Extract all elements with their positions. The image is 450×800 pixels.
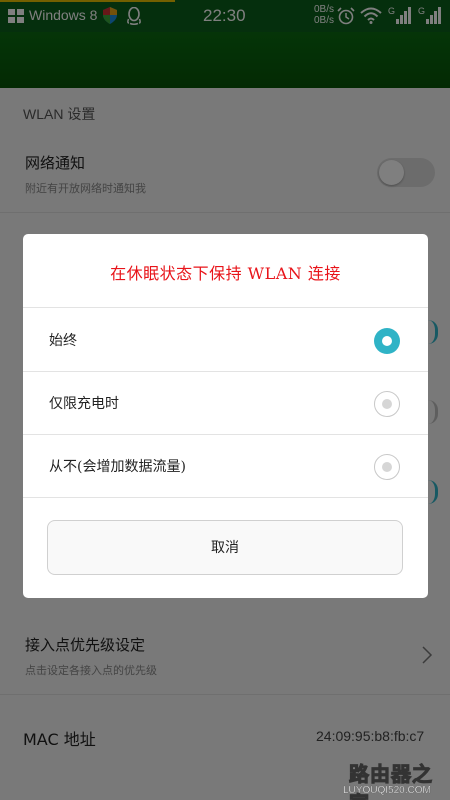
option-charging-only[interactable]: 仅限充电时 <box>23 373 428 435</box>
cancel-button[interactable]: 取消 <box>47 520 403 575</box>
option-label: 从不(会增加数据流量) <box>49 459 186 475</box>
option-always[interactable]: 始终 <box>23 310 428 372</box>
sleep-policy-dialog: 在休眠状态下保持 WLAN 连接 始终 仅限充电时 从不(会增加数据流量) 取消 <box>23 234 428 598</box>
divider <box>23 307 428 308</box>
radio-button-selected[interactable] <box>374 328 400 354</box>
radio-button[interactable] <box>374 391 400 417</box>
watermark-url: LUYOUQI520.COM <box>343 785 431 796</box>
option-label: 仅限充电时 <box>49 396 119 412</box>
divider <box>23 434 428 435</box>
divider <box>23 497 428 498</box>
watermark-logo: 路由器之家 LUYOUQI520.COM <box>343 758 447 800</box>
option-never[interactable]: 从不(会增加数据流量) <box>23 436 428 498</box>
dialog-title: 在休眠状态下保持 WLAN 连接 <box>110 264 341 283</box>
option-label: 始终 <box>49 333 77 349</box>
radio-button[interactable] <box>374 454 400 480</box>
divider <box>23 371 428 372</box>
